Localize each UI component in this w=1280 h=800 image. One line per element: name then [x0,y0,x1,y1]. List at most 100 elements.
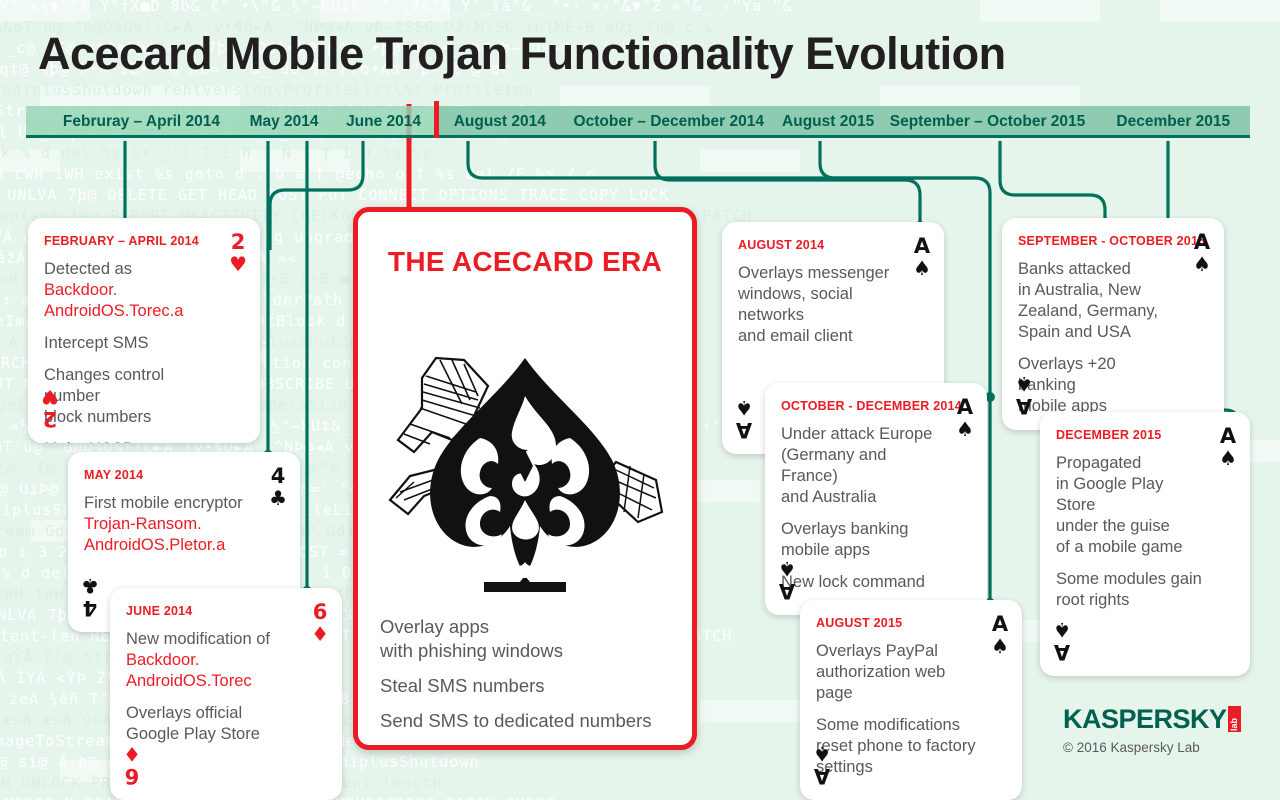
card-paragraph: New lock command [781,573,925,591]
timeline-card-oct-dec-2014[interactable]: OCTOBER - DECEMBER 2014 Under attack Euro… [765,383,987,615]
card-rank: 6 [312,600,328,624]
hero-bullet: Send SMS to dedicated numbers [380,710,652,731]
card-pip-top-right: 6 ♦ [311,600,329,645]
card-header: OCTOBER - DECEMBER 2014 [781,399,962,413]
trojan-horse-spade-icon [388,356,664,592]
card-rank: 4 [270,464,286,488]
background-code-line: up GdiplusShutdown rentVersion\ProfileLi… [0,81,534,99]
card-pip-top-right: A ♠ [1219,424,1237,469]
copyright-text: © 2016 Kaspersky Lab [1063,740,1200,755]
card-suit-spade-icon: ♠ [1015,372,1033,396]
hero-bullet: Overlay apps with phishing windows [380,616,564,661]
card-rank: A [1193,230,1211,254]
card-rank: 4 [82,596,98,620]
card-rank: 6 [124,764,140,788]
timeline-bar: Februray – April 2014 May 2014 June 2014 Au… [26,101,1250,138]
background-code-line: þ@ JWH cWH iWH exist %s goto d . b a † @… [0,165,596,183]
card-suit-diamond-icon: ♦ [123,742,141,766]
card-paragraph: Intercept SMS [44,334,149,352]
timeline-card-august-2015[interactable]: AUGUST 2015 Overlays PayPal authorization… [800,600,1022,800]
card-rank: A [1219,424,1237,448]
hero-bullet-list: Overlay apps with phishing windows Steal … [380,615,676,744]
card-paragraph: Some modifications reset phone to factor… [816,716,976,776]
card-pip-top-right: A ♠ [913,234,931,280]
card-pip-top-right: A ♠ [991,612,1009,658]
card-paragraph: Trojan-Ransom. AndroidOS.Pletor.a [84,515,226,554]
card-suit-spade-icon: ♠ [991,634,1009,658]
card-rank: 2 [42,407,58,431]
card-pip-bottom-left: 4 ♣ [81,574,99,620]
card-paragraph: Propagated in Google Play Store under th… [1056,454,1183,556]
card-paragraph: Backdoor. AndroidOS.Torec [126,651,252,690]
timeline-label-6[interactable]: September – October 2015 [884,113,1090,131]
card-rank: A [991,612,1009,636]
timeline-label-3[interactable]: August 2014 [440,113,560,131]
card-paragraph: Overlays banking mobile apps [781,520,909,559]
timeline-label-0[interactable]: Februray – April 2014 [48,113,235,131]
timeline-card-sep-oct-2015[interactable]: SEPTEMBER - OCTOBER 2015 Banks attacked i… [1002,218,1224,430]
kaspersky-lab-badge: lab [1227,706,1241,732]
page-title: Acecard Mobile Trojan Functionality Evol… [38,28,1006,79]
card-pip-bottom-left: A ♠ [813,742,831,788]
card-paragraph: Detected as [44,260,133,278]
timeline-label-2[interactable]: June 2014 [333,113,434,131]
card-pip-bottom-left: A ♠ [1015,372,1033,418]
card-rank: A [778,579,796,603]
card-paragraph: Banks attacked in Australia, New Zealand… [1018,260,1159,341]
card-content: OCTOBER - DECEMBER 2014 Under attack Euro… [765,383,987,609]
card-paragraph: Overlays +20 banking mobile apps [1018,355,1116,415]
card-rank: A [1053,640,1071,664]
card-rank: A [735,418,753,442]
card-rank: A [1015,394,1033,418]
card-pip-bottom-left: 2 ♥ [41,385,59,431]
card-pip-top-right: A ♠ [956,395,974,441]
card-paragraph: First mobile encryptor [84,494,243,512]
card-content: AUGUST 2015 Overlays PayPal authorization… [800,600,1022,794]
card-content: FEBRUARY – APRIL 2014 Detected as Backdoor… [28,218,260,443]
timeline-card-december-2015[interactable]: DECEMBER 2015 Propagated in Google Play S… [1040,412,1250,676]
card-header: DECEMBER 2015 [1056,428,1162,442]
card-rank: A [956,395,974,419]
timeline-label-row: Februray – April 2014 May 2014 June 2014 Au… [26,106,1250,138]
card-suit-club-icon: ♣ [269,486,287,510]
timeline-label-7[interactable]: December 2015 [1097,113,1250,131]
card-content: AUGUST 2014 Overlays messenger windows, s… [722,222,944,363]
background-code-line: CH SEARCH UNLVA 7þ@ DELETE GET HEAD POST… [7,186,670,204]
card-suit-spade-icon: ♠ [913,256,931,280]
timeline-label-4[interactable]: October – December 2014 [566,113,772,131]
timeline-card-feb-apr-2014[interactable]: FEBRUARY – APRIL 2014 Detected as Backdoor… [28,218,260,443]
card-header: SEPTEMBER - OCTOBER 2015 [1018,234,1206,248]
card-paragraph: New modification of [126,630,270,648]
timeline-label-1[interactable]: May 2014 [241,113,327,131]
card-content: SEPTEMBER - OCTOBER 2015 Banks attacked i… [1002,218,1224,430]
card-pip-bottom-left: 6 ♦ [123,742,141,788]
card-rank: A [913,234,931,258]
card-paragraph: Changes control number block numbers [44,366,165,426]
hero-card-acecard-era[interactable]: THE ACECARD ERA Overlay apps with phishi… [353,207,697,750]
kaspersky-wordmark: KASPERSKY [1063,704,1227,734]
timeline-label-5[interactable]: August 2015 [778,113,879,131]
card-paragraph: Make USSD requests [44,439,214,443]
card-paragraph: Overlays official Google Play Store [126,704,260,743]
card-suit-spade-icon: ♠ [956,417,974,441]
kaspersky-logo: KASPERSKY lab © 2016 Kaspersky Lab [1063,706,1241,755]
card-paragraph: Backdoor. AndroidOS.Torec.a [44,281,184,320]
card-paragraph: Overlays messenger windows, social netwo… [738,264,890,345]
hero-title: THE ACECARD ERA [387,246,663,277]
card-paragraph: Some modules gain root rights [1056,570,1202,609]
card-paragraph: Overlays PayPal authorization web page [816,642,946,702]
card-header: AUGUST 2015 [816,616,903,630]
card-suit-spade-icon: ♠ [1053,618,1071,642]
timeline-card-june-2014[interactable]: JUNE 2014 New modification of Backdoor. An… [110,588,342,800]
card-suit-heart-icon: ♥ [41,385,59,409]
card-pip-bottom-left: A ♠ [778,557,796,603]
card-header: MAY 2014 [84,468,144,482]
card-suit-club-icon: ♣ [81,574,99,598]
hero-bullet: Steal SMS numbers [380,675,545,696]
background-code-line: ock % d del %s G• _'i T î ñ î Ñ î ƒ î Ð … [0,144,433,162]
card-pip-top-right: 2 ♥ [229,230,247,275]
card-content: MAY 2014 First mobile encryptor Trojan-Ran… [68,452,300,572]
card-pip-bottom-left: A ♠ [1053,618,1071,664]
card-rank: 2 [230,230,246,254]
card-pip-top-right: A ♠ [1193,230,1211,275]
